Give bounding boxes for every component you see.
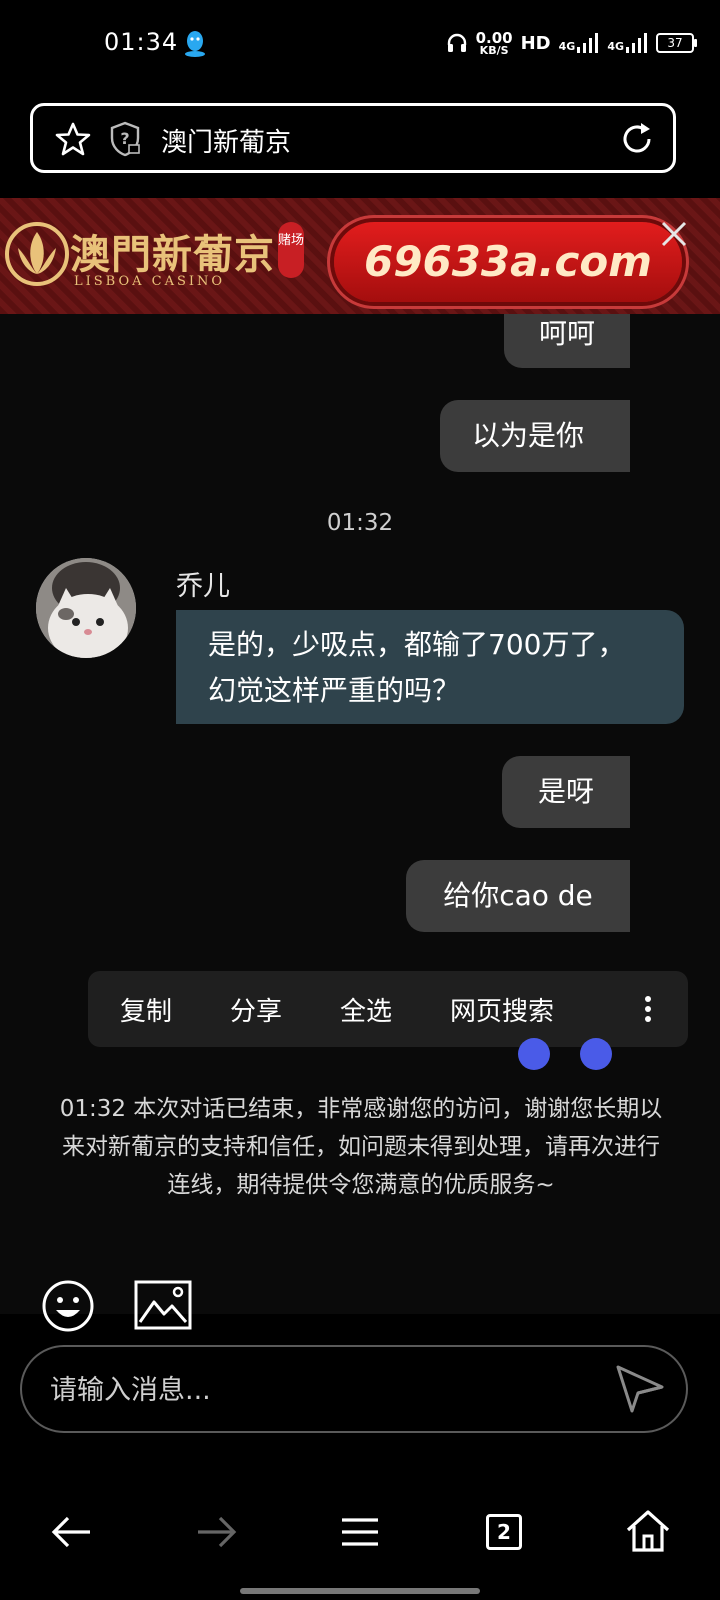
- menu-icon[interactable]: [334, 1506, 386, 1558]
- shield-question-icon[interactable]: ?: [109, 121, 141, 157]
- qq-icon: [185, 31, 205, 57]
- sender-name: 乔儿: [176, 571, 230, 602]
- message-input[interactable]: [48, 1363, 572, 1417]
- close-icon[interactable]: [660, 220, 688, 248]
- message-input-box[interactable]: [20, 1345, 688, 1433]
- signal-icon: [626, 33, 647, 53]
- address-text[interactable]: 澳门新葡京: [161, 122, 291, 159]
- selection-handle-end[interactable]: [580, 1038, 612, 1070]
- selection-handle-start[interactable]: [518, 1038, 550, 1070]
- ad-brand: 澳門新葡京: [70, 231, 275, 278]
- message-timestamp: 01:32: [326, 510, 394, 536]
- status-time: 01:34: [104, 28, 179, 56]
- reload-icon[interactable]: [619, 121, 655, 157]
- menu-item-share[interactable]: 分享: [230, 991, 282, 1028]
- message-bubble-outgoing[interactable]: 是呀: [502, 756, 630, 828]
- ad-url-button[interactable]: 69633a.com: [334, 222, 682, 302]
- battery-icon: 37: [656, 33, 697, 53]
- menu-item-select-all[interactable]: 全选: [340, 991, 392, 1028]
- status-bar: 01:34 0.00 KB/S HD 4G 4G 37: [0, 0, 720, 90]
- gesture-bar[interactable]: [240, 1588, 480, 1594]
- more-vertical-icon[interactable]: [644, 993, 652, 1025]
- ad-banner[interactable]: 澳門新葡京 LISBOA CASINO 赌场 69633a.com: [0, 198, 720, 314]
- forward-arrow-icon[interactable]: [190, 1506, 242, 1558]
- message-bubble-outgoing[interactable]: 以为是你: [440, 400, 630, 472]
- image-icon[interactable]: [134, 1280, 192, 1330]
- ad-subtitle: LISBOA CASINO: [74, 274, 226, 289]
- browser-nav-bar: 2: [0, 1492, 720, 1572]
- star-icon[interactable]: [55, 121, 91, 157]
- ad-badge: 赌场: [278, 222, 304, 278]
- address-bar[interactable]: ? 澳门新葡京: [30, 103, 676, 173]
- tabs-count: 2: [486, 1514, 522, 1550]
- message-bubble-outgoing[interactable]: 呵呵: [504, 314, 630, 368]
- tabs-button[interactable]: 2: [478, 1506, 530, 1558]
- menu-item-web-search[interactable]: 网页搜索: [450, 991, 554, 1028]
- hd-indicator: HD: [520, 32, 551, 54]
- emoji-icon[interactable]: [40, 1278, 96, 1334]
- lotus-logo-icon: [5, 222, 69, 286]
- home-icon[interactable]: [622, 1506, 674, 1558]
- back-arrow-icon[interactable]: [46, 1506, 98, 1558]
- send-icon[interactable]: [614, 1363, 666, 1415]
- headset-icon: [447, 33, 466, 52]
- signal-sim1: 4G: [559, 33, 600, 53]
- conversation-ended-notice: 01:32 本次对话已结束，非常感谢您的访问，谢谢您长期以来对新葡京的支持和信任…: [59, 1096, 663, 1198]
- text-selection-menu: 复制 分享 全选 网页搜索: [88, 971, 688, 1047]
- status-indicators: 0.00 KB/S HD 4G 4G 37: [446, 28, 697, 58]
- menu-item-copy[interactable]: 复制: [120, 991, 172, 1028]
- avatar[interactable]: [36, 558, 136, 658]
- signal-sim2: 4G: [607, 33, 648, 53]
- network-speed: 0.00 KB/S: [475, 28, 513, 57]
- signal-icon: [577, 33, 599, 53]
- message-bubble-outgoing[interactable]: 给你cao de: [406, 860, 630, 932]
- message-bubble-incoming[interactable]: 是的，少吸点，都输了700万了，幻觉这样严重的吗？: [176, 610, 684, 724]
- cat-avatar-icon: [36, 558, 136, 658]
